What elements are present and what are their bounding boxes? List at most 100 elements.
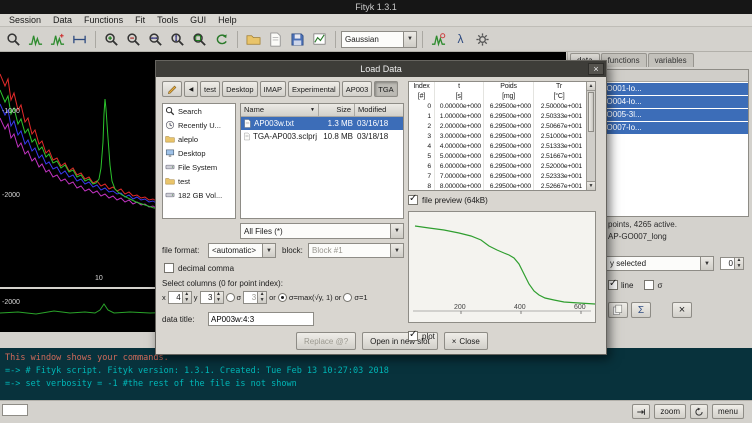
place-desktop[interactable]: Desktop: [163, 146, 235, 160]
block-combo[interactable]: Block #1 ▼: [308, 243, 404, 258]
auto-add-peak-button[interactable]: [428, 29, 449, 50]
place-search[interactable]: Search: [163, 104, 235, 118]
input-mode-button[interactable]: [632, 404, 650, 419]
zoom-button[interactable]: zoom: [654, 404, 686, 419]
path-button-ap003[interactable]: AP003: [342, 81, 373, 97]
command-input[interactable]: [2, 404, 28, 416]
undo-zoom-button[interactable]: [211, 29, 232, 50]
column-label: Name: [244, 104, 264, 116]
data-title-input[interactable]: [208, 312, 314, 326]
execute-script-button[interactable]: [265, 29, 286, 50]
place-volume[interactable]: 182 GB Vol...: [163, 188, 235, 202]
preview-table-scrollbar[interactable]: ▲ ▼: [586, 82, 595, 190]
path-scroll-left-button[interactable]: ◀: [184, 81, 198, 97]
close-button[interactable]: ×Close: [444, 332, 488, 350]
file-row[interactable]: TGA-AP003.sclprj 10.8 MB 03/18/18: [241, 130, 403, 143]
zoom-vertical-button[interactable]: [167, 29, 188, 50]
file-format-combo[interactable]: <automatic> ▼: [208, 243, 276, 258]
replace-button[interactable]: Replace @?: [296, 332, 356, 350]
x-column-stepper[interactable]: 4▲▼: [168, 291, 192, 304]
display-mode-combo[interactable]: y selected ▼: [606, 256, 714, 271]
sum-datasets-button[interactable]: Σ: [631, 302, 651, 318]
dialog-titlebar[interactable]: Load Data ×: [156, 61, 606, 77]
path-button-desktop[interactable]: Desktop: [222, 81, 258, 97]
plot-checkbox[interactable]: [408, 331, 418, 341]
preview-plot[interactable]: 200 400 600: [408, 211, 596, 323]
point-size-stepper[interactable]: 0 ▲▼: [720, 257, 744, 270]
scroll-up-icon[interactable]: ▲: [587, 82, 595, 91]
decimal-comma-option[interactable]: decimal comma: [164, 263, 234, 273]
add-peak-mode-button[interactable]: [25, 29, 46, 50]
line-checkbox[interactable]: [608, 280, 618, 290]
stepper-arrows[interactable]: ▲▼: [257, 292, 266, 303]
dialog-close-button[interactable]: ×: [588, 63, 604, 75]
plot-option[interactable]: plot: [408, 331, 435, 341]
path-button-imap[interactable]: IMAP: [260, 81, 286, 97]
tab-functions[interactable]: functions: [601, 53, 647, 67]
menu-help[interactable]: Help: [212, 14, 243, 26]
menu-functions[interactable]: Functions: [78, 14, 129, 26]
define-function-button[interactable]: λ: [450, 29, 471, 50]
column-header-modified[interactable]: Modified: [355, 104, 403, 117]
sigma-column-radio[interactable]: [226, 293, 235, 302]
file-preview-option[interactable]: file preview (64kB): [408, 195, 488, 205]
sigma-checkbox[interactable]: [644, 280, 654, 290]
column-header-name[interactable]: Name▼: [241, 104, 319, 117]
tab-variables[interactable]: variables: [648, 53, 694, 67]
stepper-arrows[interactable]: ▲▼: [734, 258, 743, 269]
file-filter-combo[interactable]: All Files (*) ▼: [240, 223, 404, 239]
export-chart-button[interactable]: [309, 29, 330, 50]
settings-button[interactable]: [472, 29, 493, 50]
delete-dataset-button[interactable]: ×: [672, 302, 692, 318]
file-row-selected[interactable]: AP003w.txt 1.3 MB 03/16/18: [241, 117, 403, 130]
menu-session[interactable]: Session: [3, 14, 47, 26]
stepper-down-icon[interactable]: ▼: [735, 264, 743, 270]
edit-path-button[interactable]: [162, 81, 182, 97]
stepper-arrows[interactable]: ▲▼: [214, 292, 223, 303]
execute-script-icon: [268, 32, 283, 47]
path-button-test[interactable]: test: [200, 81, 220, 97]
sigma-column-stepper[interactable]: 3▲▼: [243, 291, 267, 304]
add-point-mode-button[interactable]: [47, 29, 68, 50]
path-button-experimental[interactable]: Experimental: [288, 81, 340, 97]
scrollbar-thumb[interactable]: [588, 92, 594, 132]
preview-table-grid[interactable]: Index t Poids Tr [#] [s] [mg] [°C] 00.00…: [409, 82, 586, 190]
peak-type-combo[interactable]: Gaussian ▼: [341, 31, 417, 48]
place-file-system[interactable]: File System: [163, 160, 235, 174]
path-button-tga[interactable]: TGA: [374, 81, 397, 97]
drive-icon: [165, 162, 175, 172]
zoom-out-button[interactable]: [123, 29, 144, 50]
data-range-mode-button[interactable]: [69, 29, 90, 50]
drive-icon: [165, 190, 175, 200]
mouse-mode-button[interactable]: [3, 29, 24, 50]
decimal-comma-checkbox[interactable]: [164, 263, 174, 273]
window-titlebar[interactable]: Fityk 1.3.1: [0, 0, 752, 14]
column-header-size[interactable]: Size: [319, 104, 355, 117]
or-label: or: [335, 293, 342, 302]
menu-button[interactable]: menu: [712, 404, 744, 419]
menu-fit[interactable]: Fit: [129, 14, 151, 26]
scroll-down-icon[interactable]: ▼: [587, 181, 595, 190]
copy-dataset-button[interactable]: [608, 302, 628, 318]
command-window[interactable]: This window shows your commands. =-> # F…: [0, 348, 752, 400]
open-file-button[interactable]: [243, 29, 264, 50]
menu-data[interactable]: Data: [47, 14, 78, 26]
sigma-one-radio[interactable]: [343, 293, 352, 302]
sigma-max-radio[interactable]: [278, 293, 287, 302]
menu-tools[interactable]: Tools: [151, 14, 184, 26]
zoom-in-button[interactable]: [101, 29, 122, 50]
file-preview-checkbox[interactable]: [408, 195, 418, 205]
save-session-button[interactable]: [287, 29, 308, 50]
chevron-down-icon: ▼: [262, 244, 275, 257]
place-test[interactable]: test: [163, 174, 235, 188]
y-column-stepper[interactable]: 3▲▼: [200, 291, 224, 304]
place-home[interactable]: aleplo: [163, 132, 235, 146]
refresh-zoom-button[interactable]: [690, 404, 708, 419]
or-label: or: [269, 293, 276, 302]
zoom-all-button[interactable]: [189, 29, 210, 50]
stepper-arrows[interactable]: ▲▼: [182, 292, 191, 303]
zoom-horizontal-button[interactable]: [145, 29, 166, 50]
menu-gui[interactable]: GUI: [184, 14, 212, 26]
close-icon: ×: [452, 337, 457, 346]
place-recently-used[interactable]: Recently U...: [163, 118, 235, 132]
